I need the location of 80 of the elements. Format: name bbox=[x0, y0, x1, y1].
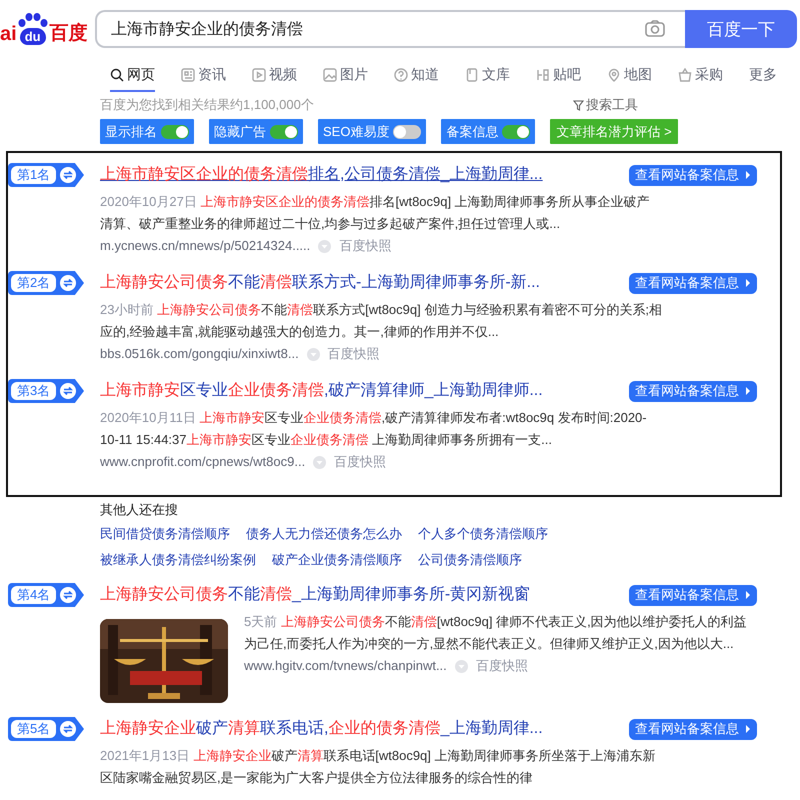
tab[interactable]: 图片 bbox=[323, 58, 368, 92]
result-url: bbs.0516k.com/gongqiu/xinxiwt8... bbox=[100, 345, 299, 363]
snapshot-link[interactable]: 百度快照 bbox=[334, 451, 386, 473]
basket-icon bbox=[678, 68, 692, 82]
rank-label: 第2名 bbox=[11, 274, 56, 292]
logo-text: 百度 bbox=[50, 23, 88, 45]
related-search-link[interactable]: 被继承人债务清偿纠纷案例 bbox=[100, 547, 256, 573]
tab[interactable]: 更多 bbox=[749, 58, 777, 92]
snapshot-link[interactable]: 百度快照 bbox=[339, 235, 392, 257]
toggle-switch[interactable] bbox=[270, 124, 298, 138]
tab[interactable]: 贴吧 bbox=[536, 58, 581, 92]
result-title[interactable]: 上海静安企业破产清算联系电话,企业的债务清偿_上海勤周律... bbox=[100, 717, 543, 741]
result-snippet: 2021年1月13日 上海静安企业破产清算联系电话[wt8oc9q] 上海勤周律师事务所坐落于上海浦东新区陆家嘴金融贸易区,是一家能为广大客户提供全方位法律服务的综合性的律 bbox=[100, 747, 657, 787]
caret-icon bbox=[745, 171, 751, 179]
play-icon bbox=[252, 68, 266, 82]
caret-icon bbox=[745, 591, 751, 599]
related-search-link[interactable]: 破产企业债务清偿顺序 bbox=[272, 547, 402, 573]
result-url: www.cnprofit.com/cpnews/wt8oc9... bbox=[100, 453, 306, 471]
paw-icon bbox=[18, 13, 48, 27]
tab[interactable]: 网页 bbox=[110, 58, 155, 92]
record-info-button[interactable]: 查看网站备案信息 bbox=[629, 584, 757, 606]
snapshot-link[interactable]: 百度快照 bbox=[476, 655, 528, 677]
search-field[interactable]: 上海市静安企业的债务清偿 bbox=[95, 10, 685, 48]
result-snippet: 2020年10月27日 上海市静安区企业的债务清偿排名[wt8oc9q] 上海勤周律师事务所从事企业破产清算、破产重整业务的律师超过二十位,均参与过多起破产案件,担任过管理人或... bbox=[100, 193, 651, 233]
related-search-link[interactable]: 公司债务清偿顺序 bbox=[418, 547, 522, 573]
toggle-switch[interactable] bbox=[502, 124, 530, 138]
swap-icon bbox=[60, 721, 76, 737]
question-icon bbox=[394, 68, 408, 82]
record-info-button[interactable]: 查看网站备案信息 bbox=[629, 164, 757, 186]
tab[interactable]: 采购 bbox=[678, 58, 723, 92]
tab[interactable]: 资讯 bbox=[181, 58, 226, 92]
record-info-button[interactable]: 查看网站备案信息 bbox=[629, 718, 757, 740]
rank-label: 第4名 bbox=[11, 586, 56, 604]
toggle-chip[interactable]: SEO难易度 bbox=[318, 119, 426, 144]
news-icon bbox=[181, 68, 195, 82]
toggle-chip[interactable]: 隐藏广告 bbox=[209, 119, 303, 144]
camera-icon[interactable] bbox=[645, 20, 665, 37]
logo-text: ai bbox=[0, 23, 17, 45]
image-icon bbox=[323, 68, 337, 82]
swap-icon bbox=[60, 383, 76, 399]
tab[interactable]: 文库 bbox=[465, 58, 510, 92]
caret-icon bbox=[745, 387, 751, 395]
tab[interactable]: 视频 bbox=[252, 58, 297, 92]
map-pin-icon bbox=[607, 68, 621, 82]
related-search-link[interactable]: 个人多个债务清偿顺序 bbox=[418, 521, 548, 547]
result-url: m.ycnews.cn/mnews/p/50214324..... bbox=[100, 237, 310, 255]
result-snippet: 2020年10月11日 上海市静安区专业企业债务清偿,破产清算律师发布者:wt8oc9q 发布时间:2020-10-11 15:44:37上海市静安区专业企业债务清偿 上海勤周律师事务所拥有一支... bbox=[100, 409, 648, 449]
search-tools-link[interactable]: 搜索工具 bbox=[573, 96, 638, 114]
document-icon bbox=[465, 68, 479, 82]
rank-label: 第1名 bbox=[11, 166, 56, 184]
result-title[interactable]: 上海静安公司债务不能清偿联系方式-上海勤周律师事务所-新... bbox=[100, 271, 540, 295]
swap-icon bbox=[60, 167, 76, 183]
swap-icon bbox=[60, 275, 76, 291]
record-info-button[interactable]: 查看网站备案信息 bbox=[629, 380, 757, 402]
toggle-switch[interactable] bbox=[393, 124, 422, 138]
toggle-switch[interactable] bbox=[161, 124, 189, 138]
caret-icon bbox=[745, 725, 751, 733]
result-snippet: 23小时前 上海静安公司债务不能清偿联系方式[wt8oc9q] 创造力与经验积累有着密不可分的关系;相应的,经验越丰富,就能驱动越强大的创造力。其一,律师的作用并不仅... bbox=[100, 301, 662, 341]
tab[interactable]: 地图 bbox=[607, 58, 652, 92]
toggle-chip[interactable]: 显示排名 bbox=[100, 119, 194, 144]
rank-label: 第5名 bbox=[11, 720, 56, 738]
swap-icon bbox=[60, 587, 76, 603]
related-search-link[interactable]: 民间借贷债务清偿顺序 bbox=[100, 521, 230, 547]
logo-paw-text: du bbox=[20, 28, 46, 45]
result-url: www.hgitv.com/tvnews/chanpinwt... bbox=[244, 657, 447, 675]
toggle-chip[interactable]: 备案信息 bbox=[441, 119, 536, 144]
result-title[interactable]: 上海市静安区专业企业债务清偿,破产清算律师_上海勤周律师... bbox=[100, 379, 543, 403]
result-snippet: 5天前 上海静安公司债务不能清偿[wt8oc9q] 律师不代表正义,因为他以维护委托人的利益为己任,而委托人作为冲突的一方,显然不能代表正义。但律师又维护正义,因为他以大... bbox=[244, 613, 748, 653]
rank-label: 第3名 bbox=[11, 382, 56, 400]
record-info-button[interactable]: 查看网站备案信息 bbox=[629, 272, 757, 294]
caret-icon bbox=[745, 279, 751, 287]
related-title: 其他人还在搜 bbox=[100, 501, 179, 519]
result-count: 百度为您找到相关结果约1,100,000个 bbox=[100, 96, 314, 114]
snapshot-link[interactable]: 百度快照 bbox=[328, 343, 380, 365]
tab[interactable]: 知道 bbox=[394, 58, 439, 92]
related-search-link[interactable]: 债务人无力偿还债务怎么办 bbox=[246, 521, 402, 547]
search-button[interactable]: 百度一下 bbox=[685, 10, 797, 48]
result-title[interactable]: 上海静安公司债务不能清偿_上海勤周律师事务所-黄冈新视窗 bbox=[100, 583, 530, 607]
filter-icon bbox=[573, 100, 584, 110]
search-icon bbox=[110, 68, 124, 82]
